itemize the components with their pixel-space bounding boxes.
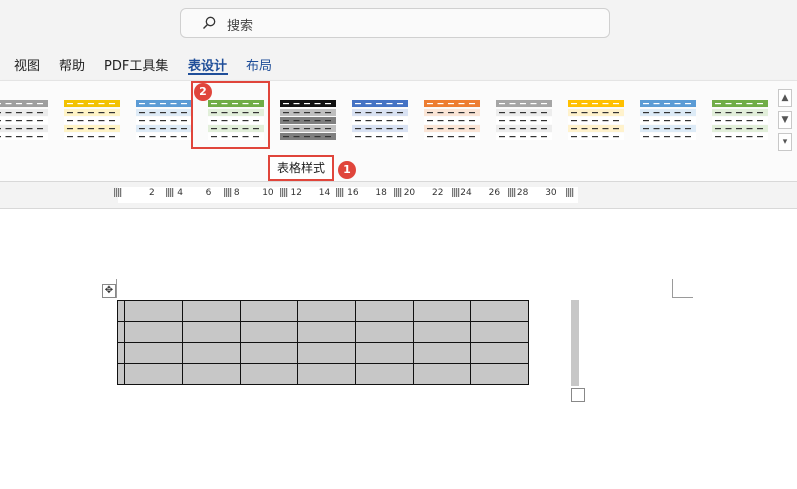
table-style-blue[interactable] <box>352 100 408 142</box>
table-cell[interactable] <box>182 342 241 364</box>
table-cell[interactable] <box>355 300 414 322</box>
table-cell[interactable] <box>297 300 356 322</box>
table-row <box>117 321 529 343</box>
table-cell[interactable] <box>124 321 183 343</box>
search-box[interactable]: 搜索 <box>180 8 610 38</box>
table-style-gray[interactable] <box>0 100 48 142</box>
horizontal-ruler: 2 4 6 8 10 12 14 16 18 20 22 24 26 28 30 <box>0 182 797 208</box>
table-styles-gallery <box>0 81 770 151</box>
ruler-tick-label: 20 <box>403 188 416 198</box>
table-style-gold-2[interactable] <box>568 100 624 142</box>
table-cell[interactable] <box>297 321 356 343</box>
gallery-scroll-up-button[interactable]: ▲ <box>778 89 792 107</box>
ruler-marker[interactable] <box>452 188 460 197</box>
table-cell[interactable] <box>124 300 183 322</box>
table-cell[interactable] <box>117 321 125 343</box>
table-cell[interactable] <box>413 300 471 322</box>
ruler-tick-label: 18 <box>375 188 387 198</box>
search-placeholder: 搜索 <box>227 19 254 34</box>
table-cell[interactable] <box>470 300 529 322</box>
ruler-tick-label: 12 <box>290 188 302 198</box>
ribbon-tabs: 视图 帮助 PDF工具集 表设计 布局 <box>0 48 797 78</box>
table-cell[interactable] <box>413 321 471 343</box>
document-table[interactable] <box>117 300 529 385</box>
table-cell[interactable] <box>182 363 241 385</box>
ribbon-panel: ▲ ▼ ▾ <box>0 80 797 182</box>
ruler-tick-label: 24 <box>460 188 472 198</box>
table-cell[interactable] <box>240 342 298 364</box>
table-cell[interactable] <box>470 342 529 364</box>
ruler-tick-label: 30 <box>545 188 557 198</box>
table-row <box>117 363 529 385</box>
ruler-tick-label: 8 <box>233 188 240 198</box>
expand-gallery-icon: ▾ <box>782 137 788 147</box>
table-style-blue-2[interactable] <box>640 100 696 142</box>
ruler-tick-label: 14 <box>318 188 331 198</box>
chevron-up-icon: ▲ <box>781 93 789 103</box>
gallery-scroll-down-button[interactable]: ▼ <box>778 111 792 129</box>
table-cell[interactable] <box>470 363 529 385</box>
ruler-marker[interactable] <box>224 188 232 197</box>
table-style-gray-2[interactable] <box>496 100 552 142</box>
margin-corner-right <box>672 279 693 298</box>
ruler-tick-label: 2 <box>149 188 155 198</box>
table-cell[interactable] <box>182 300 241 322</box>
ruler-marker[interactable] <box>394 188 402 197</box>
table-resize-handle[interactable] <box>571 388 585 402</box>
table-cell[interactable] <box>124 342 183 364</box>
ruler-marker[interactable] <box>508 188 516 197</box>
table-cell[interactable] <box>117 363 125 385</box>
table-cell[interactable] <box>240 321 298 343</box>
table-cell[interactable] <box>297 363 356 385</box>
tab-view[interactable]: 视图 <box>14 55 40 74</box>
table-cell[interactable] <box>355 342 414 364</box>
search-icon <box>203 16 216 29</box>
table-cell[interactable] <box>182 321 241 343</box>
table-cell[interactable] <box>355 321 414 343</box>
table-cell[interactable] <box>413 342 471 364</box>
annotation-badge-1: 1 <box>338 161 356 179</box>
table-cell[interactable] <box>470 321 529 343</box>
tab-table-design[interactable]: 表设计 <box>188 55 227 74</box>
ruler-tick-label: 16 <box>347 188 359 198</box>
table-style-blue-light[interactable] <box>136 100 192 142</box>
tab-help[interactable]: 帮助 <box>59 55 85 74</box>
table-cell[interactable] <box>117 300 125 322</box>
table-styles-group-label: 表格样式 <box>268 155 334 181</box>
annotation-badge-2: 2 <box>194 83 212 101</box>
table-move-handle-icon[interactable]: ✥ <box>102 284 116 298</box>
table-cell[interactable] <box>355 363 414 385</box>
table-style-gold[interactable] <box>64 100 120 142</box>
table-style-black[interactable] <box>280 100 336 142</box>
tab-pdf-tools[interactable]: PDF工具集 <box>104 55 168 74</box>
ruler-tick-label: 6 <box>205 188 212 198</box>
ruler-marker[interactable] <box>280 188 288 197</box>
ruler-tick-label: 22 <box>432 188 444 198</box>
ruler-marker[interactable] <box>336 188 344 197</box>
table-row <box>117 300 529 322</box>
ruler-marker[interactable] <box>114 188 122 197</box>
table-cell[interactable] <box>240 300 298 322</box>
table-cell[interactable] <box>297 342 356 364</box>
ruler-marker[interactable] <box>566 188 574 197</box>
table-style-orange[interactable] <box>424 100 480 142</box>
ruler-tick-label: 10 <box>262 188 274 198</box>
table-row-end-marks <box>571 300 579 386</box>
title-bar: 搜索 <box>0 0 797 48</box>
ruler-tick-label: 4 <box>177 188 184 198</box>
table-cell[interactable] <box>117 342 125 364</box>
table-cell[interactable] <box>240 363 298 385</box>
chevron-down-icon: ▼ <box>781 115 789 125</box>
active-tab-indicator <box>188 73 228 75</box>
ruler-tick-label: 26 <box>488 188 501 198</box>
table-cell[interactable] <box>413 363 471 385</box>
table-style-green-2[interactable] <box>712 100 768 142</box>
table-row <box>117 342 529 364</box>
ruler-marker[interactable] <box>166 188 174 197</box>
ruler-tick-label: 28 <box>516 188 529 198</box>
tab-layout[interactable]: 布局 <box>246 55 272 74</box>
table-cell[interactable] <box>124 363 183 385</box>
gallery-more-button[interactable]: ▾ <box>778 133 792 151</box>
